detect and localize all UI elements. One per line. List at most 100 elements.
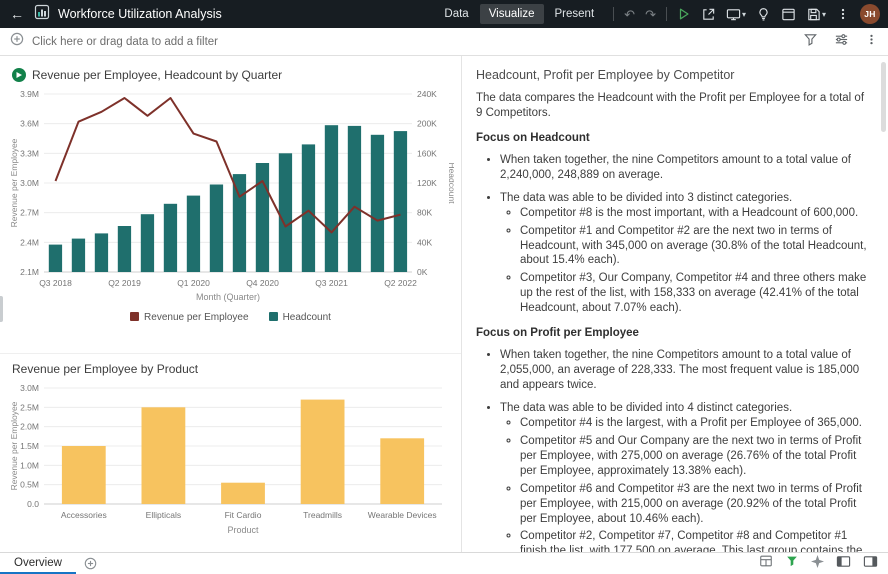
svg-text:160K: 160K [417,148,437,158]
narrative-panel: Headcount, Profit per Employee by Compet… [462,56,888,552]
svg-text:Accessories: Accessories [61,510,107,520]
header-kebab-menu-icon[interactable] [836,7,850,21]
panel-collapse-handle[interactable] [0,296,3,322]
narrative-subbullet: Competitor #2, Competitor #7, Competitor… [520,529,868,552]
present-display-icon[interactable]: ▾ [726,7,746,22]
headcount-bar[interactable] [48,244,63,272]
narrative-sublist: Competitor #4 is the largest, with a Pro… [500,416,868,552]
headcount-bar[interactable] [163,203,178,272]
canvas-area: Revenue per Employee, Headcount by Quart… [0,56,888,552]
svg-text:3.9M: 3.9M [20,89,39,99]
canvas-tab-overview[interactable]: Overview [0,553,76,574]
canvas-window-icon[interactable] [781,7,796,22]
svg-text:120K: 120K [417,178,437,188]
narrative-subbullet: Competitor #3, Our Company, Competitor #… [520,271,868,316]
app-window: ← Workforce Utilization Analysis Data Vi… [0,0,888,574]
filter-bar-prompt[interactable]: Click here or drag data to add a filter [32,36,218,48]
chevron-down-icon: ▾ [741,9,746,19]
svg-text:Q2 2022: Q2 2022 [384,278,417,288]
tab-data[interactable]: Data [435,4,477,24]
svg-text:Month (Quarter): Month (Quarter) [196,292,260,302]
product-bar[interactable] [380,438,425,504]
export-icon[interactable] [701,7,716,22]
combo-chart[interactable]: 2.1M 0K 2.4M 40K 2.7M 80K 3.0M 120K 3.3M 160K 3.6M… [8,86,454,310]
sparkle-icon[interactable] [811,554,824,573]
headcount-bar[interactable] [232,174,247,272]
svg-text:0K: 0K [417,267,428,277]
svg-text:80K: 80K [417,208,432,218]
undo-icon[interactable]: ↶ [624,8,635,21]
svg-text:0.0: 0.0 [27,499,39,509]
left-panel-toggle-icon[interactable] [836,554,851,574]
narrative-bullet: When taken together, the nine Competitor… [500,348,868,393]
legend-label: Headcount [282,312,331,323]
svg-text:3.0M: 3.0M [20,178,39,188]
svg-text:Fit Cardio: Fit Cardio [225,510,262,520]
filter-funnel-icon[interactable] [803,32,818,52]
user-avatar[interactable]: JH [860,4,880,24]
narrative-subbullet: Competitor #4 is the largest, with a Pro… [520,416,868,431]
headcount-bar[interactable] [94,233,109,272]
canvas-filters-icon[interactable] [785,554,799,573]
add-canvas-button[interactable] [84,557,97,570]
headcount-bar[interactable] [186,195,201,272]
product-bar[interactable] [221,482,265,504]
svg-text:Q3 2018: Q3 2018 [39,278,72,288]
narrative-subbullet: Competitor #8 is the most important, wit… [520,206,868,221]
tab-visualize[interactable]: Visualize [479,4,544,24]
back-button[interactable]: ← [8,6,26,22]
legend-item[interactable]: Revenue per Employee [130,312,249,323]
chart-title: Revenue per Employee, Headcount by Quart… [32,68,283,82]
filter-settings-icon[interactable] [834,32,849,52]
narrative-subbullet: Competitor #1 and Competitor #2 are the … [520,224,868,269]
preview-play-button[interactable] [677,7,691,21]
svg-text:Q4 2020: Q4 2020 [246,278,279,288]
svg-text:Revenue per Employee: Revenue per Employee [9,401,19,490]
svg-text:Q2 2019: Q2 2019 [108,278,141,288]
chart-title: Revenue per Employee by Product [12,362,199,376]
tab-present[interactable]: Present [546,4,604,24]
svg-text:Headcount: Headcount [447,162,454,204]
product-bar[interactable] [61,446,106,504]
headcount-bar[interactable] [301,144,316,272]
save-icon[interactable]: ▾ [806,7,826,22]
page-title: Workforce Utilization Analysis [58,7,222,21]
svg-text:Q3 2021: Q3 2021 [315,278,348,288]
headcount-bar[interactable] [324,125,339,272]
legend-item[interactable]: Headcount [268,312,331,323]
headcount-bar[interactable] [117,226,132,272]
panel-scrollbar[interactable] [881,62,886,132]
headcount-bar[interactable] [255,163,270,272]
combo-chart-title-row: Revenue per Employee, Headcount by Quart… [12,66,453,84]
visualizations-column: Revenue per Employee, Headcount by Quart… [0,56,462,552]
product-bar[interactable] [300,399,345,504]
svg-text:2.1M: 2.1M [20,267,39,277]
narrative-body: The data compares the Headcount with the… [476,91,868,552]
svg-text:2.0M: 2.0M [20,422,39,432]
add-filter-plus-icon[interactable] [10,32,24,51]
headcount-bar[interactable] [347,125,362,273]
svg-text:Wearable Devices: Wearable Devices [368,510,437,520]
svg-text:Treadmills: Treadmills [303,510,342,520]
header-divider [665,7,667,21]
filter-bar: Click here or drag data to add a filter [0,28,888,56]
legend-swatch [268,312,278,321]
headcount-bar[interactable] [278,153,293,272]
headcount-bar[interactable] [140,214,155,273]
headcount-bar[interactable] [370,134,385,272]
headcount-bar[interactable] [209,184,224,273]
insights-lightbulb-icon[interactable] [756,7,771,22]
canvas-layout-icon[interactable] [759,554,773,573]
right-panel-toggle-icon[interactable] [863,554,878,574]
headcount-bar[interactable] [393,131,408,272]
filterbar-kebab-menu-icon[interactable] [865,33,878,51]
narrative-subbullet: Competitor #5 and Our Company are the ne… [520,434,868,479]
headcount-bar[interactable] [71,238,86,272]
redo-icon[interactable]: ↷ [645,8,656,21]
combo-chart-card[interactable]: Revenue per Employee, Headcount by Quart… [0,56,461,353]
svg-text:Product: Product [227,525,259,535]
legend-swatch [130,312,140,321]
product-bar-chart[interactable]: 0.0 0.5M 1.0M 1.5M 2.0M 2.5M 3.0M Accessories El… [8,380,454,546]
product-bar[interactable] [141,407,186,504]
product-bar-chart-card[interactable]: Revenue per Employee by Product 0.0 0.5M 1… [0,353,461,551]
